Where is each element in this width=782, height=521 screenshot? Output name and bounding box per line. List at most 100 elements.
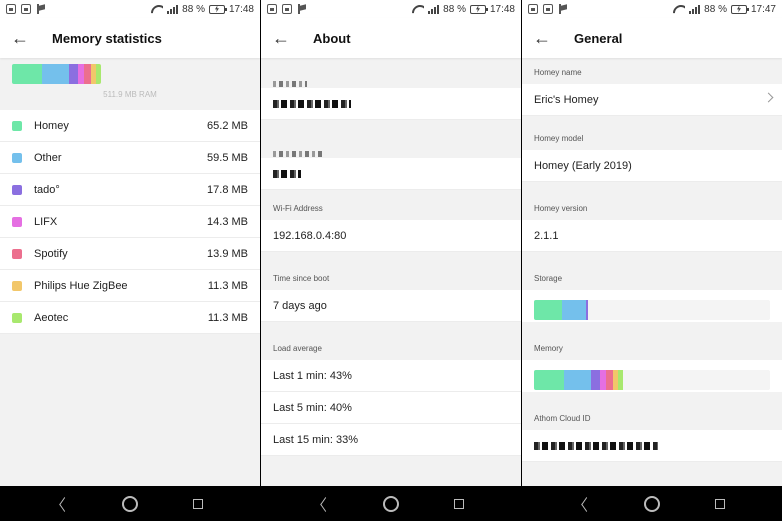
nav-recents-icon[interactable]: [193, 498, 204, 509]
battery-percent: 88 %: [182, 3, 205, 15]
photo-notification-icon: [6, 4, 16, 14]
list-item: Aeotec 11.3 MB: [0, 302, 260, 334]
back-arrow-icon[interactable]: ←: [522, 18, 562, 58]
nav-back-icon[interactable]: [318, 498, 328, 510]
list-item: Philips Hue ZigBee 11.3 MB: [0, 270, 260, 302]
back-arrow-icon[interactable]: ←: [0, 18, 40, 58]
app-memory-size: 59.5 MB: [207, 151, 248, 164]
list-item: Spotify 13.9 MB: [0, 238, 260, 270]
general-screen: 88 % 17:47 ← General Homey name Eric's H…: [522, 0, 782, 486]
redacted-value-row: [261, 88, 521, 120]
about-screen: 88 % 17:48 ← About Wi-Fi Address 192.168…: [261, 0, 521, 486]
ram-total: 511.9 MB RAM: [103, 90, 157, 99]
signal-icon: [689, 4, 701, 14]
nav-home-icon[interactable]: [383, 495, 399, 512]
nav-recents-icon[interactable]: [453, 498, 464, 509]
color-swatch: [12, 120, 22, 131]
app-memory-size: 65.2 MB: [207, 119, 248, 132]
homey-name-label: Homey name: [534, 68, 582, 77]
chevron-right-icon: [763, 92, 774, 103]
battery-charging-icon: [208, 4, 227, 14]
status-bar: 88 % 17:48: [261, 0, 521, 18]
app-memory-size: 17.8 MB: [207, 183, 248, 196]
app-name: Aeotec: [34, 311, 69, 324]
app-name: tado°: [34, 183, 60, 196]
signal-icon: [428, 4, 440, 14]
redacted-cloud-id: [522, 430, 782, 462]
memory-segment: [599, 370, 607, 390]
color-swatch: [12, 248, 22, 259]
redacted-label: [261, 58, 521, 88]
page-title: About: [313, 30, 351, 46]
system-navigation-bar: [0, 486, 782, 521]
boot-time-label: Time since boot: [273, 274, 330, 283]
memory-segment: [12, 64, 43, 84]
app-memory-size: 11.3 MB: [207, 311, 248, 324]
load-5min: Last 5 min: 40%: [261, 392, 521, 424]
battery-charging-icon: [469, 4, 488, 14]
wifi-icon: [151, 5, 163, 14]
flag-notification-icon: [558, 4, 568, 14]
flag-notification-icon: [36, 4, 46, 14]
memory-segment: [77, 64, 85, 84]
nav-recents-icon[interactable]: [714, 498, 725, 509]
nav-home-icon[interactable]: [122, 495, 139, 512]
memory-segment: [95, 64, 101, 84]
cloud-id-label: Athom Cloud ID: [534, 414, 591, 423]
color-swatch: [12, 312, 22, 323]
gallery-notification-icon: [282, 4, 292, 14]
app-name: Other: [34, 151, 62, 164]
memory-bar-row: [522, 360, 782, 392]
storage-segment: [534, 300, 563, 320]
app-name: LIFX: [34, 215, 58, 228]
memory-usage-bar: [12, 64, 101, 84]
memory-statistics-screen: 88 % 17:48 ← Memory statistics 511.9 MB …: [0, 0, 260, 486]
storage-segment: [585, 300, 589, 320]
memory-segment: [591, 370, 600, 390]
battery-percent: 88 %: [704, 3, 727, 15]
nav-back-icon[interactable]: [57, 498, 67, 510]
photo-notification-icon: [267, 4, 277, 14]
flag-notification-icon: [297, 4, 307, 14]
wifi-icon: [673, 5, 685, 14]
homey-name-row[interactable]: Eric's Homey: [522, 84, 782, 116]
wifi-icon: [412, 5, 424, 14]
memory-segment: [42, 64, 70, 84]
app-name: Spotify: [34, 247, 68, 260]
app-name: Philips Hue ZigBee: [34, 279, 128, 292]
nav-home-icon[interactable]: [643, 495, 660, 512]
storage-label: Storage: [534, 274, 563, 283]
homey-model-label: Homey model: [534, 134, 584, 143]
gallery-notification-icon: [543, 4, 553, 14]
list-item: tado° 17.8 MB: [0, 174, 260, 206]
boot-time-value: 7 days ago: [261, 290, 521, 322]
app-memory-size: 14.3 MB: [207, 215, 248, 228]
page-title: General: [574, 30, 623, 46]
app-memory-size: 13.9 MB: [207, 247, 248, 260]
app-bar: ← Memory statistics: [0, 18, 260, 58]
homey-version-label: Homey version: [534, 204, 588, 213]
homey-name-value: Eric's Homey: [534, 93, 599, 106]
redacted-label: [261, 128, 521, 158]
list-item: Homey 65.2 MB: [0, 110, 260, 142]
color-swatch: [12, 152, 22, 163]
list-item: LIFX 14.3 MB: [0, 206, 260, 238]
back-arrow-icon[interactable]: ←: [261, 18, 301, 58]
status-bar: 88 % 17:48: [0, 0, 260, 18]
memory-segment: [564, 370, 592, 390]
memory-segment: [617, 370, 624, 390]
color-swatch: [12, 216, 22, 227]
color-swatch: [12, 280, 22, 291]
app-bar: ← General: [522, 18, 782, 58]
battery-charging-icon: [730, 4, 749, 14]
load-15min: Last 15 min: 33%: [261, 424, 521, 456]
page-title: Memory statistics: [52, 30, 162, 46]
photo-notification-icon: [528, 4, 538, 14]
clock: 17:48: [489, 3, 515, 15]
battery-percent: 88 %: [443, 3, 466, 15]
wifi-address-label: Wi-Fi Address: [273, 204, 323, 213]
list-item: Other 59.5 MB: [0, 142, 260, 174]
load-1min: Last 1 min: 43%: [261, 360, 521, 392]
signal-icon: [167, 4, 179, 14]
nav-back-icon[interactable]: [579, 498, 589, 510]
